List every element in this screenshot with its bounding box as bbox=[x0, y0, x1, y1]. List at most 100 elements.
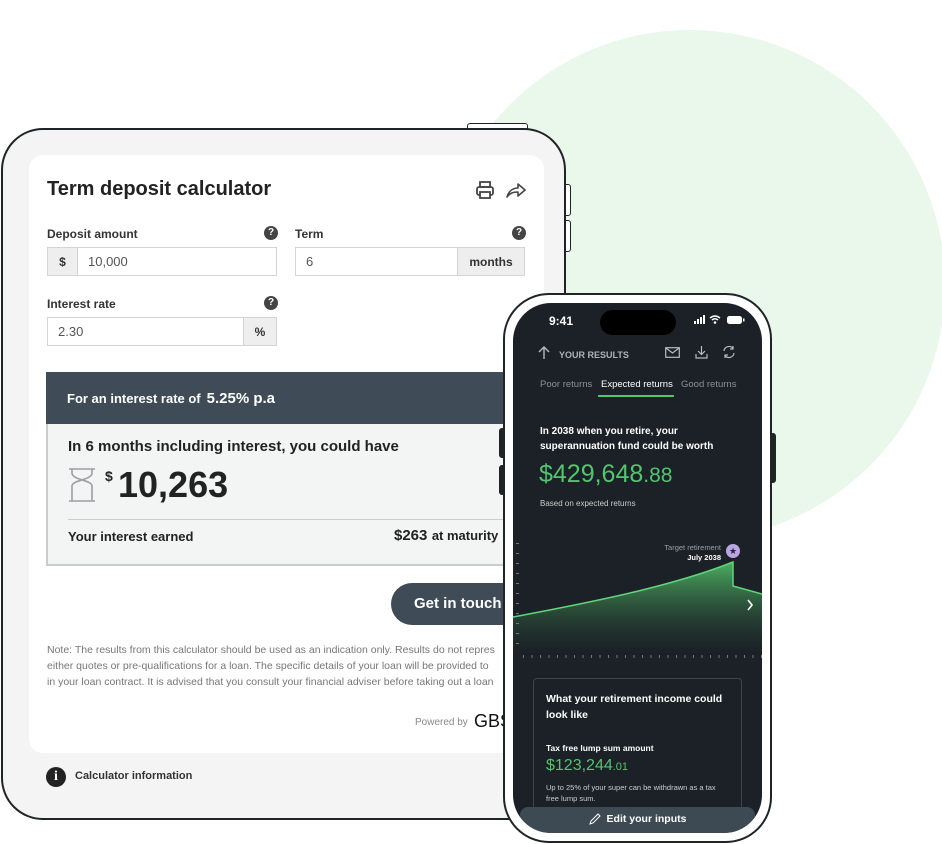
retirement-results-screen: 9:41 YOUR RESULTS Poor returns Expected … bbox=[513, 303, 762, 833]
rate-prefix: For an interest rate of bbox=[67, 390, 201, 406]
download-icon[interactable] bbox=[695, 345, 708, 359]
interest-rate-value: 2.30 bbox=[58, 324, 84, 339]
x-tick bbox=[761, 655, 762, 658]
interest-earned-label: Your interest earned bbox=[68, 529, 194, 544]
y-tick bbox=[516, 633, 519, 634]
powered-by-label: Powered by bbox=[415, 717, 468, 728]
x-tick bbox=[701, 655, 703, 658]
y-tick bbox=[516, 623, 519, 624]
x-tick bbox=[531, 655, 533, 658]
x-tick bbox=[633, 655, 635, 658]
tab-poor-returns[interactable]: Poor returns bbox=[540, 379, 592, 390]
help-icon[interactable]: ? bbox=[512, 226, 526, 240]
x-tick bbox=[642, 655, 643, 658]
y-tick bbox=[516, 593, 519, 594]
result-headline: In 6 months including interest, you coul… bbox=[68, 438, 399, 455]
x-tick bbox=[608, 655, 609, 658]
refresh-icon[interactable] bbox=[722, 345, 736, 359]
interest-amount: $263 bbox=[394, 527, 428, 544]
x-tick bbox=[752, 655, 754, 658]
x-tick bbox=[574, 655, 575, 658]
edit-inputs-label: Edit your inputs bbox=[606, 813, 687, 825]
lump-sum-value: $123,244.01 bbox=[546, 757, 628, 775]
x-tick bbox=[727, 655, 728, 658]
lump-sum-label: Tax free lump sum amount bbox=[546, 743, 654, 753]
result-currency: $ bbox=[105, 468, 113, 484]
x-tick bbox=[523, 655, 524, 658]
help-icon[interactable]: ? bbox=[264, 296, 278, 310]
term-input[interactable]: 6 months bbox=[295, 247, 525, 276]
term-value: 6 bbox=[306, 254, 314, 269]
info-icon[interactable]: i bbox=[46, 767, 66, 787]
interest-earned-value: $263 at maturity bbox=[394, 527, 498, 545]
page-title: Term deposit calculator bbox=[47, 178, 272, 200]
retire-intro-line: superannuation fund could be worth bbox=[540, 441, 714, 452]
active-tab-indicator bbox=[598, 395, 674, 397]
term-unit: months bbox=[457, 248, 524, 275]
x-tick bbox=[582, 655, 584, 658]
disclaimer-line: Note: The results from this calculator s… bbox=[47, 644, 495, 656]
phone-device: 9:41 YOUR RESULTS Poor returns Expected … bbox=[503, 293, 772, 843]
y-tick bbox=[516, 543, 519, 544]
target-retirement-label: Target retirement bbox=[664, 543, 721, 552]
x-tick bbox=[693, 655, 694, 658]
x-tick bbox=[718, 655, 720, 658]
x-tick bbox=[710, 655, 711, 658]
dynamic-island bbox=[600, 310, 676, 335]
lump-sum-desc: free lump sum. bbox=[546, 794, 596, 803]
mail-icon[interactable] bbox=[665, 347, 680, 358]
tab-good-returns[interactable]: Good returns bbox=[681, 379, 736, 390]
pencil-icon bbox=[588, 813, 601, 825]
basis-note: Based on expected returns bbox=[540, 499, 636, 508]
y-tick bbox=[516, 603, 519, 604]
interest-suffix: at maturity bbox=[431, 528, 499, 543]
result-header: For an interest rate of 5.25% p.a bbox=[46, 372, 536, 424]
y-tick bbox=[516, 613, 519, 614]
tab-expected-returns[interactable]: Expected returns bbox=[601, 379, 673, 390]
x-tick bbox=[667, 655, 669, 658]
status-time: 9:41 bbox=[549, 314, 574, 328]
currency-prefix: $ bbox=[48, 248, 78, 275]
divider bbox=[68, 519, 508, 520]
x-tick bbox=[557, 655, 558, 658]
fund-value-cents: .88 bbox=[643, 464, 673, 487]
lump-sum-dollars: $123,244 bbox=[546, 757, 613, 774]
x-tick bbox=[565, 655, 567, 658]
results-title: YOUR RESULTS bbox=[559, 350, 629, 360]
deposit-amount-label: Deposit amount bbox=[47, 227, 138, 241]
retire-intro-line: In 2038 when you retire, your bbox=[540, 426, 678, 437]
retirement-income-card: What your retirement income could look l… bbox=[533, 678, 742, 828]
calculator-information-link[interactable]: Calculator information bbox=[75, 770, 192, 782]
print-icon[interactable] bbox=[475, 180, 495, 200]
edit-inputs-button[interactable]: Edit your inputs bbox=[520, 807, 755, 833]
share-icon[interactable] bbox=[505, 180, 527, 200]
term-label: Term bbox=[295, 227, 324, 241]
deposit-amount-value: 10,000 bbox=[88, 254, 128, 269]
target-retirement-date: July 2038 bbox=[687, 553, 721, 562]
lump-sum-cents: .01 bbox=[612, 761, 629, 773]
deposit-amount-input[interactable]: $ 10,000 bbox=[47, 247, 277, 276]
y-tick bbox=[516, 573, 519, 574]
x-tick bbox=[659, 655, 660, 658]
x-tick bbox=[744, 655, 745, 658]
fund-value: $429,648.88 bbox=[539, 460, 672, 489]
rate-value: 5.25% p.a bbox=[206, 389, 276, 407]
x-tick bbox=[735, 655, 737, 658]
interest-rate-input[interactable]: 2.30 % bbox=[47, 317, 277, 346]
status-icons bbox=[694, 315, 745, 324]
result-body: In 6 months including interest, you coul… bbox=[46, 424, 536, 566]
x-tick bbox=[540, 655, 541, 658]
disclaimer-line: in your loan contract. It is advised tha… bbox=[47, 676, 494, 688]
x-tick bbox=[599, 655, 601, 658]
interest-rate-label: Interest rate bbox=[47, 297, 116, 311]
x-tick bbox=[548, 655, 550, 658]
help-icon[interactable]: ? bbox=[264, 226, 278, 240]
card-title-line: look like bbox=[546, 709, 589, 721]
x-tick bbox=[684, 655, 686, 658]
back-up-arrow-icon[interactable] bbox=[538, 346, 550, 360]
y-tick bbox=[516, 553, 519, 554]
projection-area bbox=[513, 562, 762, 653]
result-amount: 10,263 bbox=[118, 464, 229, 505]
x-tick bbox=[591, 655, 592, 658]
chevron-right-icon[interactable] bbox=[746, 599, 754, 611]
